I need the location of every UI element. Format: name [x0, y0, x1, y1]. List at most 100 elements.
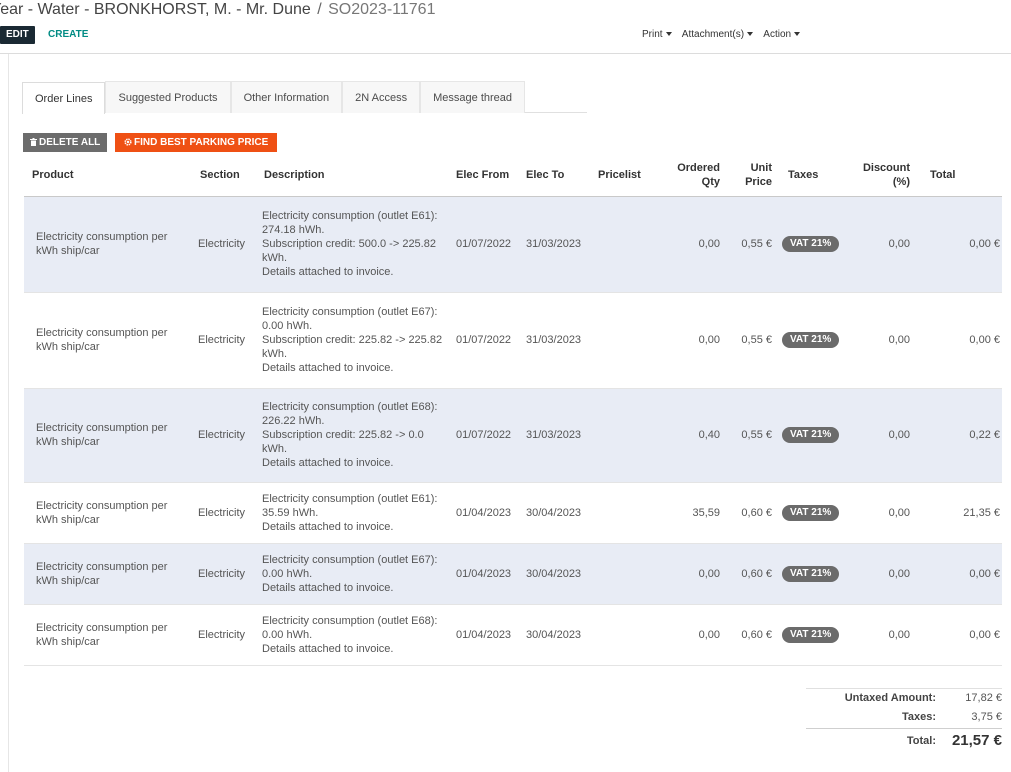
- create-button[interactable]: CREATE: [48, 26, 88, 44]
- cell-elec-from[interactable]: 01/04/2023: [448, 604, 522, 665]
- cell-elec-to[interactable]: 30/04/2023: [522, 604, 594, 665]
- cell-ordered-qty[interactable]: 0,40: [664, 388, 724, 482]
- cell-description[interactable]: Electricity consumption (outlet E67): 0.…: [260, 543, 448, 604]
- cell-total[interactable]: 0,00 €: [914, 196, 1002, 292]
- cell-product[interactable]: Electricity consumption per kWh ship/car: [24, 482, 196, 543]
- tab-order-lines[interactable]: Order Lines: [22, 82, 106, 114]
- cell-elec-from[interactable]: 01/04/2023: [448, 482, 522, 543]
- cell-ordered-qty[interactable]: 0,00: [664, 292, 724, 388]
- cell-section[interactable]: Electricity: [196, 604, 260, 665]
- column-ordered-qty[interactable]: Ordered Qty: [664, 154, 724, 196]
- cell-section[interactable]: Electricity: [196, 196, 260, 292]
- column-elec-to[interactable]: Elec To: [522, 154, 594, 196]
- cell-elec-to[interactable]: 31/03/2023: [522, 196, 594, 292]
- cell-unit-price[interactable]: 0,55 €: [724, 196, 776, 292]
- cell-pricelist[interactable]: [594, 388, 664, 482]
- cell-ordered-qty[interactable]: 0,00: [664, 543, 724, 604]
- cell-elec-to[interactable]: 31/03/2023: [522, 292, 594, 388]
- cell-product[interactable]: Electricity consumption per kWh ship/car: [24, 604, 196, 665]
- cell-elec-to[interactable]: 30/04/2023: [522, 482, 594, 543]
- cell-discount[interactable]: 0,00: [846, 604, 914, 665]
- tab-message-thread[interactable]: Message thread: [420, 81, 526, 113]
- cell-elec-from[interactable]: 01/07/2022: [448, 196, 522, 292]
- cell-pricelist[interactable]: [594, 292, 664, 388]
- cell-total[interactable]: 0,22 €: [914, 388, 1002, 482]
- table-row[interactable]: Electricity consumption per kWh ship/car…: [24, 482, 1002, 543]
- cell-product[interactable]: Electricity consumption per kWh ship/car: [24, 196, 196, 292]
- table-row[interactable]: Electricity consumption per kWh ship/car…: [24, 543, 1002, 604]
- cell-section[interactable]: Electricity: [196, 292, 260, 388]
- find-best-parking-price-button[interactable]: FIND BEST PARKING PRICE: [115, 133, 278, 152]
- cell-elec-from[interactable]: 01/07/2022: [448, 292, 522, 388]
- table-row[interactable]: Electricity consumption per kWh ship/car…: [24, 604, 1002, 665]
- column-elec-from[interactable]: Elec From: [448, 154, 522, 196]
- order-lines-table: Product Section Description Elec From El…: [24, 154, 1002, 666]
- tab-suggested-products[interactable]: Suggested Products: [105, 81, 231, 113]
- cell-total[interactable]: 0,00 €: [914, 292, 1002, 388]
- table-row[interactable]: Electricity consumption per kWh ship/car…: [24, 292, 1002, 388]
- cell-description[interactable]: Electricity consumption (outlet E61): 27…: [260, 196, 448, 292]
- cell-elec-from[interactable]: 01/04/2023: [448, 543, 522, 604]
- action-menu[interactable]: Action: [763, 29, 801, 40]
- cell-total[interactable]: 0,00 €: [914, 604, 1002, 665]
- cell-elec-to[interactable]: 31/03/2023: [522, 388, 594, 482]
- cell-section[interactable]: Electricity: [196, 388, 260, 482]
- cell-description[interactable]: Electricity consumption (outlet E68): 0.…: [260, 604, 448, 665]
- cell-unit-price[interactable]: 0,60 €: [724, 543, 776, 604]
- cell-pricelist[interactable]: [594, 196, 664, 292]
- cell-description[interactable]: Electricity consumption (outlet E67): 0.…: [260, 292, 448, 388]
- column-unit-price[interactable]: Unit Price: [724, 154, 776, 196]
- cell-discount[interactable]: 0,00: [846, 292, 914, 388]
- column-taxes[interactable]: Taxes: [776, 154, 846, 196]
- cell-ordered-qty[interactable]: 0,00: [664, 196, 724, 292]
- print-menu[interactable]: Print: [642, 29, 672, 40]
- breadcrumb-parent[interactable]: Year - Water - BRONKHORST, M. - Mr. Dune: [0, 1, 311, 18]
- cell-total[interactable]: 0,00 €: [914, 543, 1002, 604]
- cell-discount[interactable]: 0,00: [846, 482, 914, 543]
- control-panel-divider: [0, 53, 1011, 54]
- column-pricelist[interactable]: Pricelist: [594, 154, 664, 196]
- cell-discount[interactable]: 0,00: [846, 388, 914, 482]
- cell-pricelist[interactable]: [594, 604, 664, 665]
- breadcrumb-current: SO2023-11761: [328, 1, 436, 18]
- cell-unit-price[interactable]: 0,55 €: [724, 388, 776, 482]
- cell-ordered-qty[interactable]: 0,00: [664, 604, 724, 665]
- column-product[interactable]: Product: [24, 154, 196, 196]
- cell-section[interactable]: Electricity: [196, 482, 260, 543]
- cell-ordered-qty[interactable]: 35,59: [664, 482, 724, 543]
- edit-button[interactable]: EDIT: [0, 26, 35, 44]
- cell-description[interactable]: Electricity consumption (outlet E61): 35…: [260, 482, 448, 543]
- cell-elec-to[interactable]: 30/04/2023: [522, 543, 594, 604]
- cell-taxes[interactable]: VAT 21%: [776, 196, 846, 292]
- tab-2n-access[interactable]: 2N Access: [342, 81, 421, 113]
- cell-total[interactable]: 21,35 €: [914, 482, 1002, 543]
- cell-taxes[interactable]: VAT 21%: [776, 543, 846, 604]
- tab-other-information[interactable]: Other Information: [230, 81, 343, 113]
- cell-product[interactable]: Electricity consumption per kWh ship/car: [24, 543, 196, 604]
- cell-discount[interactable]: 0,00: [846, 196, 914, 292]
- cell-product[interactable]: Electricity consumption per kWh ship/car: [24, 388, 196, 482]
- cell-pricelist[interactable]: [594, 543, 664, 604]
- cell-taxes[interactable]: VAT 21%: [776, 482, 846, 543]
- column-section[interactable]: Section: [196, 154, 260, 196]
- attachments-menu[interactable]: Attachment(s): [682, 29, 754, 40]
- column-description[interactable]: Description: [260, 154, 448, 196]
- cell-taxes[interactable]: VAT 21%: [776, 292, 846, 388]
- cell-taxes[interactable]: VAT 21%: [776, 388, 846, 482]
- cell-elec-from[interactable]: 01/07/2022: [448, 388, 522, 482]
- cell-unit-price[interactable]: 0,55 €: [724, 292, 776, 388]
- cell-discount[interactable]: 0,00: [846, 543, 914, 604]
- column-total[interactable]: Total: [914, 154, 1002, 196]
- cell-description[interactable]: Electricity consumption (outlet E68): 22…: [260, 388, 448, 482]
- table-row[interactable]: Electricity consumption per kWh ship/car…: [24, 196, 1002, 292]
- cell-pricelist[interactable]: [594, 482, 664, 543]
- cell-taxes[interactable]: VAT 21%: [776, 604, 846, 665]
- cell-unit-price[interactable]: 0,60 €: [724, 482, 776, 543]
- description-line: Subscription credit: 500.0 -> 225.82 kWh…: [262, 238, 436, 264]
- delete-all-button[interactable]: DELETE ALL: [23, 133, 108, 152]
- cell-product[interactable]: Electricity consumption per kWh ship/car: [24, 292, 196, 388]
- column-discount[interactable]: Discount (%): [846, 154, 914, 196]
- table-row[interactable]: Electricity consumption per kWh ship/car…: [24, 388, 1002, 482]
- cell-unit-price[interactable]: 0,60 €: [724, 604, 776, 665]
- cell-section[interactable]: Electricity: [196, 543, 260, 604]
